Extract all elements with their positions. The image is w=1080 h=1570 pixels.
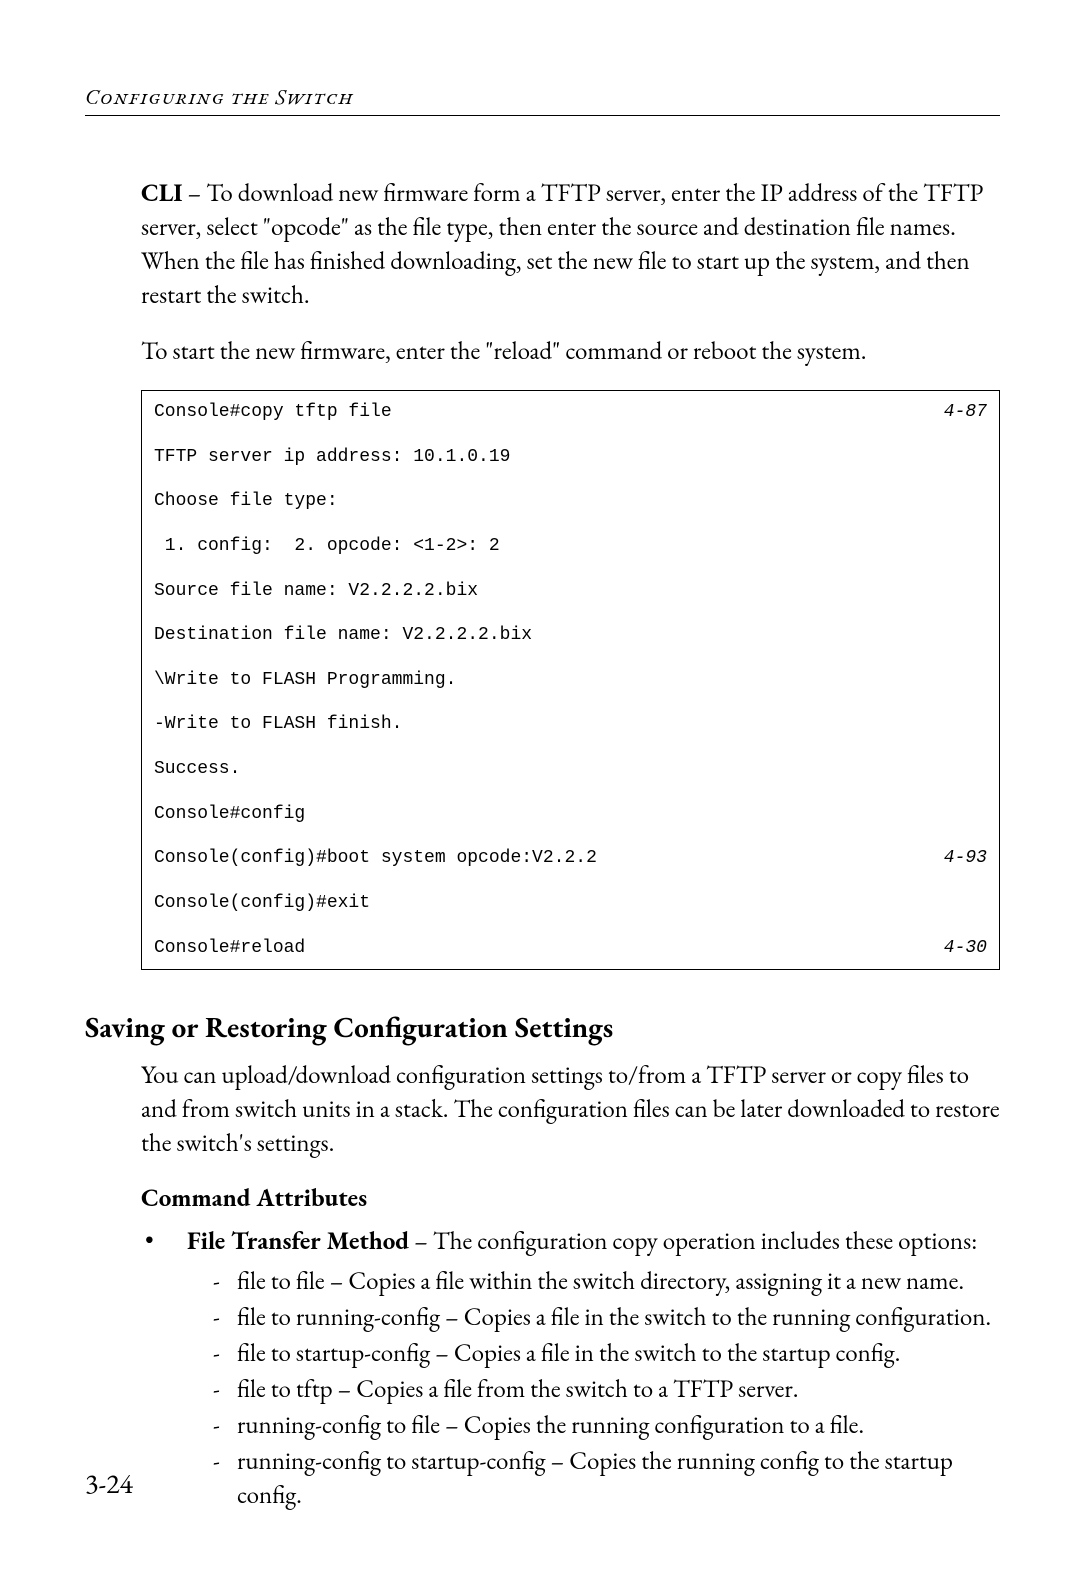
bullet-list: File Transfer Method – The configuration… <box>141 1224 1000 1512</box>
content-area: CLI – To download new firmware form a TF… <box>141 176 1000 970</box>
paragraph-reload: To start the new firmware, enter the "re… <box>141 334 1000 368</box>
section-heading-config: Saving or Restoring Configuration Settin… <box>85 1008 1000 1046</box>
console-output: Console#copy tftp file 4-87 TFTP server i… <box>141 390 1000 970</box>
list-item: file to running-config – Copies a file i… <box>217 1300 1000 1334</box>
bullet-rest: The configuration copy operation include… <box>433 1225 977 1257</box>
console-line: Console#reload <box>154 938 305 958</box>
list-item: file to startup-config – Copies a file i… <box>217 1336 1000 1370</box>
running-head: Configuring the Switch <box>85 82 1000 111</box>
page: Configuring the Switch CLI – To download… <box>0 0 1080 1554</box>
dash-list: file to file – Copies a file within the … <box>187 1264 1000 1512</box>
console-line: TFTP server ip address: 10.1.0.19 <box>154 447 510 467</box>
sep: – <box>182 177 206 209</box>
list-item: File Transfer Method – The configuration… <box>141 1224 1000 1512</box>
list-item: file to file – Copies a file within the … <box>217 1264 1000 1298</box>
console-line: 1. config: 2. opcode: <1-2>: 2 <box>154 536 500 556</box>
console-line: Console#copy tftp file <box>154 402 392 422</box>
para1-body: To download new firmware form a TFTP ser… <box>141 177 983 311</box>
console-line: Success. <box>154 759 240 779</box>
lead-cli: CLI <box>141 177 182 209</box>
sep: – <box>409 1225 433 1257</box>
paragraph-section: You can upload/download configuration se… <box>141 1058 1000 1160</box>
console-line: Console(config)#exit <box>154 893 370 913</box>
console-line: -Write to FLASH finish. <box>154 714 402 734</box>
page-ref: 4-93 <box>944 847 987 869</box>
subsection-cmd-attr: Command Attributes <box>141 1182 1000 1214</box>
console-line: Console#config <box>154 804 305 824</box>
console-line: Destination file name: V2.2.2.2.bix <box>154 625 532 645</box>
page-ref: 4-87 <box>944 401 987 423</box>
page-ref: 4-30 <box>944 937 987 959</box>
console-line: Choose file type: <box>154 491 338 511</box>
section-body: You can upload/download configuration se… <box>141 1058 1000 1512</box>
page-number: 3-24 <box>85 1466 133 1502</box>
header-rule <box>85 115 1000 116</box>
paragraph-cli: CLI – To download new firmware form a TF… <box>141 176 1000 312</box>
list-item: running-config to startup-config – Copie… <box>217 1444 1000 1512</box>
list-item: file to tftp – Copies a file from the sw… <box>217 1372 1000 1406</box>
list-item: running-config to file – Copies the runn… <box>217 1408 1000 1442</box>
console-line: Console(config)#boot system opcode:V2.2.… <box>154 848 597 868</box>
console-line: \Write to FLASH Programming. <box>154 670 456 690</box>
console-line: Source file name: V2.2.2.2.bix <box>154 581 478 601</box>
bullet-lead: File Transfer Method <box>187 1225 409 1257</box>
